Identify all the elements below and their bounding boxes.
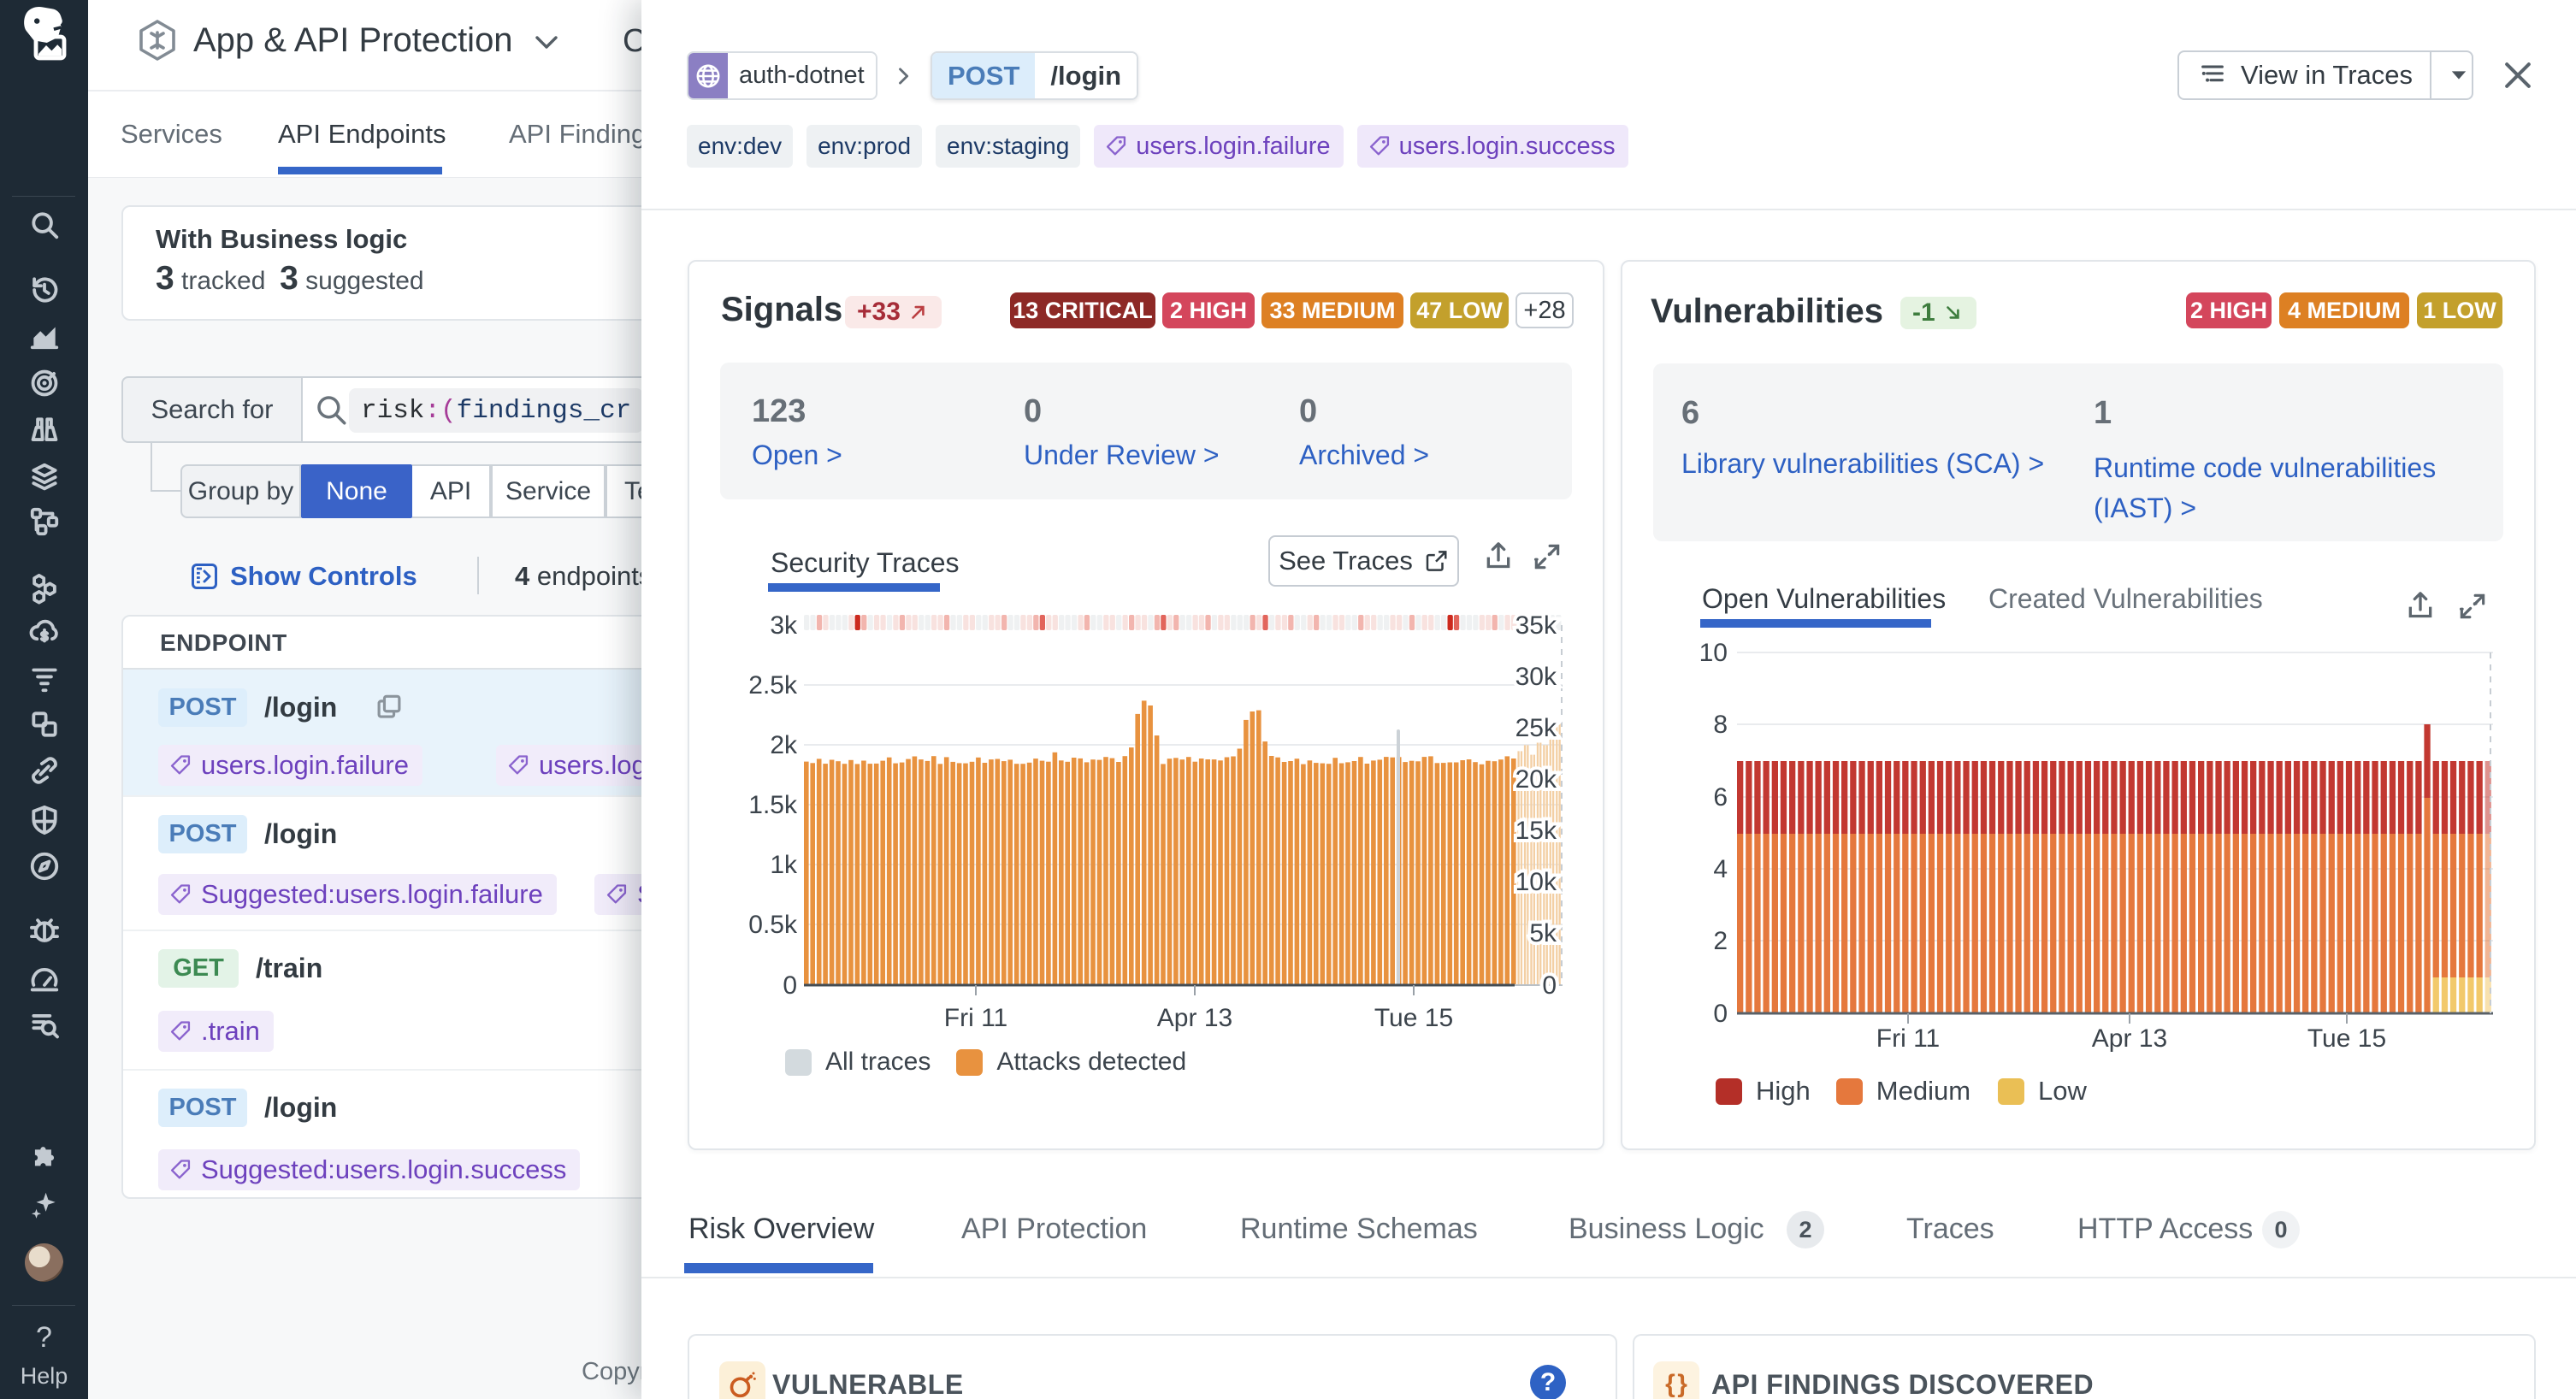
svg-text:10k: 10k <box>1515 868 1557 896</box>
svg-text:2: 2 <box>1713 927 1728 955</box>
svg-text:0: 0 <box>783 971 797 1000</box>
svg-text:Apr 13: Apr 13 <box>1157 1004 1232 1032</box>
svg-text:0.5k: 0.5k <box>748 911 798 939</box>
svg-text:30k: 30k <box>1515 663 1557 691</box>
svg-text:1k: 1k <box>770 851 798 879</box>
svg-text:5k: 5k <box>1529 919 1557 947</box>
svg-text:Tue 15: Tue 15 <box>2307 1024 2386 1053</box>
svg-text:15k: 15k <box>1515 817 1557 845</box>
svg-text:3k: 3k <box>770 611 798 640</box>
svg-text:35k: 35k <box>1515 611 1557 640</box>
svg-text:0: 0 <box>1713 1000 1728 1028</box>
svg-text:25k: 25k <box>1515 714 1557 742</box>
svg-text:0: 0 <box>1542 971 1557 1000</box>
svg-text:Fri 11: Fri 11 <box>1876 1024 1940 1053</box>
svg-text:2.5k: 2.5k <box>748 671 798 700</box>
svg-text:Apr 13: Apr 13 <box>2092 1024 2167 1053</box>
svg-text:Fri 11: Fri 11 <box>944 1004 1007 1032</box>
svg-text:Tue 15: Tue 15 <box>1374 1004 1453 1032</box>
svg-text:6: 6 <box>1713 783 1728 812</box>
svg-text:2k: 2k <box>770 731 798 759</box>
svg-text:1.5k: 1.5k <box>748 791 798 819</box>
svg-text:20k: 20k <box>1515 765 1557 794</box>
svg-text:8: 8 <box>1713 711 1728 739</box>
svg-text:4: 4 <box>1713 855 1728 883</box>
svg-text:10: 10 <box>1699 639 1728 667</box>
